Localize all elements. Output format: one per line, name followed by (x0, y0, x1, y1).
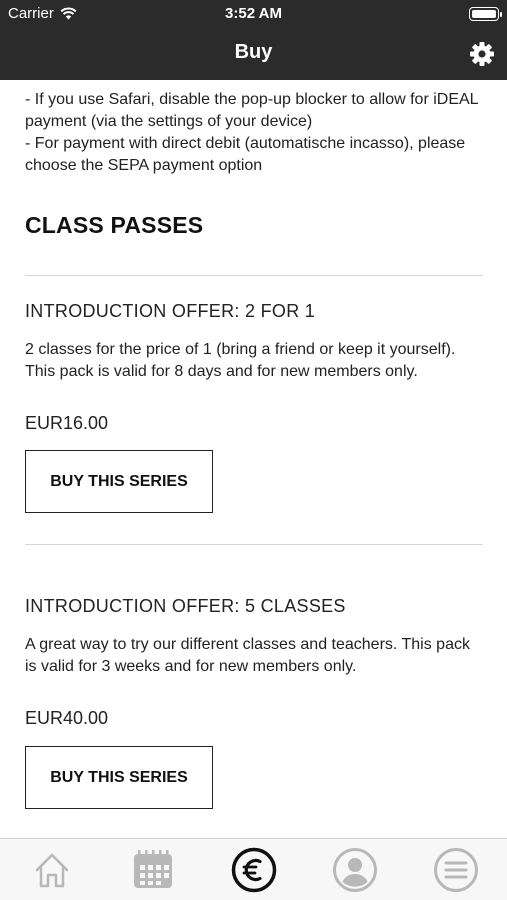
section-title: CLASS PASSES (25, 212, 204, 238)
tab-bar (0, 838, 507, 900)
menu-icon (434, 848, 478, 892)
instruction-line: - If you use Safari, disable the pop-up … (25, 91, 478, 130)
tab-profile[interactable] (332, 847, 378, 893)
user-icon (333, 848, 377, 892)
pass-name: INTRODUCTION OFFER: 2 FOR 1 (25, 301, 316, 321)
euro-icon (231, 847, 277, 893)
battery-icon (469, 7, 502, 21)
page-title: Buy (234, 41, 273, 63)
calendar-icon (134, 850, 172, 888)
tab-buy[interactable] (231, 847, 277, 893)
divider (25, 544, 483, 545)
pass-description: 2 classes for the price of 1 (bring a fr… (25, 341, 456, 380)
pass-price: EUR16.00 (25, 413, 109, 433)
instruction-line: - For payment with direct debit (automat… (25, 135, 466, 174)
pass-description: A great way to try our different classes… (25, 636, 470, 675)
tab-menu[interactable] (433, 847, 479, 893)
tab-schedule[interactable] (130, 847, 176, 893)
status-bar: Carrier 3:52 AM (0, 0, 507, 28)
buy-series-button[interactable]: BUY THIS SERIES (25, 450, 213, 513)
divider (25, 275, 483, 276)
buy-series-button[interactable]: BUY THIS SERIES (25, 746, 213, 809)
tab-home[interactable] (29, 847, 75, 893)
gear-icon (470, 42, 494, 66)
status-time: 3:52 AM (225, 5, 282, 22)
payment-instructions: - If you use Safari, disable the pop-up … (25, 89, 485, 177)
pass-price: EUR40.00 (25, 708, 109, 728)
nav-bar: Buy (0, 28, 507, 80)
settings-button[interactable] (467, 39, 497, 69)
buy-content[interactable]: - If you use Safari, disable the pop-up … (0, 80, 507, 838)
pass-name: INTRODUCTION OFFER: 5 CLASSES (25, 596, 346, 616)
home-icon (35, 853, 69, 888)
